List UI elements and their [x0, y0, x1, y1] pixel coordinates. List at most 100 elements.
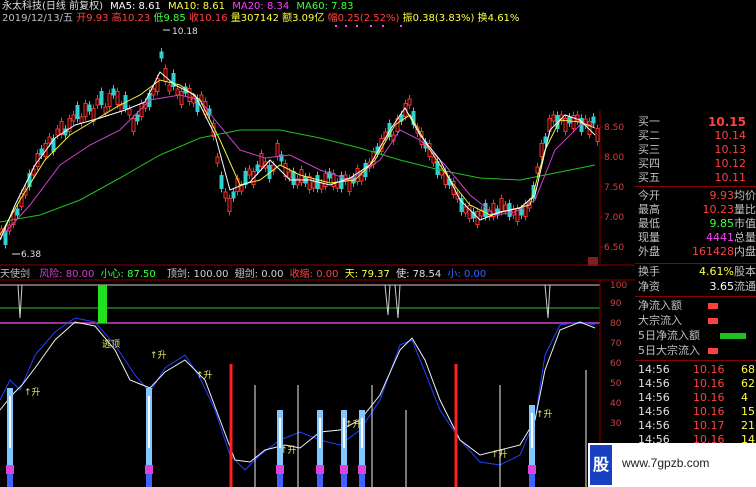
- rise-annotation-1: ↑升: [24, 388, 41, 398]
- tick-time: 14:56: [638, 363, 670, 376]
- indicator-tick-label: 90: [610, 299, 622, 309]
- candlestick: [87, 104, 92, 112]
- candlestick: [223, 191, 228, 199]
- flow-bar: [708, 348, 718, 354]
- price-tick-label: 8.00: [604, 153, 624, 163]
- indicator-name[interactable]: 天使剑: [0, 269, 30, 280]
- candlestick: [219, 175, 224, 189]
- stat-row: 最高 10.23 量比: [635, 203, 756, 217]
- candlestick: [47, 136, 52, 144]
- top-sword-label: 顶剑: 100.00: [166, 269, 229, 280]
- flow-row: 5日大宗流入: [635, 344, 756, 358]
- sky-label: 天: 79.37: [344, 269, 390, 280]
- candlestick: [79, 116, 84, 124]
- tick-row: 14:56 10.16 15: [635, 405, 756, 419]
- turnover-row-label: 换手: [638, 265, 660, 278]
- tick-price: 10.17: [693, 419, 725, 432]
- rise-annotation-2: ↑升: [150, 351, 167, 361]
- candlestick: [319, 182, 324, 190]
- bid-row[interactable]: 买一 10.15: [635, 115, 756, 129]
- candlestick: [75, 105, 80, 119]
- netasset-row-right: 流通: [734, 280, 756, 293]
- stat-value: 4441: [706, 231, 734, 244]
- tick-time: 14:56: [638, 405, 670, 418]
- chart-cutout: [218, 225, 536, 265]
- flow-row: 大宗流入: [635, 314, 756, 328]
- candlestick: [503, 204, 508, 212]
- candlestick: [231, 191, 236, 199]
- flow-row: 5日净流入额: [635, 329, 756, 343]
- stat-label: 最高: [638, 203, 660, 216]
- indicator-tick-label: 30: [610, 419, 622, 429]
- flow-bar: [708, 318, 718, 324]
- stat-row: 今开 9.93 均价: [635, 189, 756, 203]
- netasset-row-value: 3.65: [709, 280, 735, 293]
- candlestick: [307, 176, 312, 190]
- candlestick: [463, 206, 468, 214]
- candlestick: [227, 198, 232, 212]
- flow-row: 净流入额: [635, 299, 756, 313]
- ma20-line: [0, 94, 595, 239]
- white-spikes: [254, 370, 587, 487]
- candlestick: [215, 156, 220, 164]
- stat-label: 外盘: [638, 245, 660, 258]
- bid-row[interactable]: 买四 10.12: [635, 157, 756, 171]
- tick-volume: 21: [741, 419, 755, 432]
- tick-row: 14:56 10.16 62: [635, 377, 756, 391]
- top-sword-line: [0, 284, 600, 319]
- stat-value: 9.93: [709, 189, 735, 202]
- stock-chart-window: 永太科技(日线 前复权) MA5: 8.61 MA10: 8.61 MA20: …: [0, 0, 756, 487]
- tick-row: 14:56 10.16 4: [635, 391, 756, 405]
- candlestick: [595, 128, 600, 142]
- flow-label: 5日大宗流入: [638, 344, 700, 357]
- tick-price: 10.16: [693, 405, 725, 418]
- bid-row[interactable]: 买五 10.11: [635, 171, 756, 185]
- top-markers: [335, 25, 402, 27]
- flow-label: 5日净流入额: [638, 329, 700, 342]
- flow-label: 净流入额: [638, 299, 682, 312]
- indicator-tick-label: 40: [610, 399, 622, 409]
- bid-label: 买五: [638, 171, 660, 184]
- tick-price: 10.16: [693, 363, 725, 376]
- bid-row[interactable]: 买二 10.14: [635, 129, 756, 143]
- bid-price: 10.13: [714, 143, 747, 156]
- turnover-row-right: 股本: [734, 265, 756, 278]
- price-tick-label: 8.50: [604, 123, 624, 133]
- candlestick: [187, 88, 192, 102]
- watermark-url[interactable]: www.7gpzb.com: [622, 456, 709, 470]
- bid-price: 10.11: [714, 171, 747, 184]
- rise-annotation-7: ↑升: [536, 410, 553, 420]
- turnover-row-value: 4.61%: [699, 265, 734, 278]
- candlestick: [107, 93, 112, 107]
- tick-price: 10.16: [693, 377, 725, 390]
- tick-row: 14:56 10.16 68: [635, 363, 756, 377]
- indicator-tick-label: 80: [610, 319, 622, 329]
- stat-value: 161428: [692, 245, 734, 258]
- stat-row: 现量 4441 总量: [635, 231, 756, 245]
- candlestick: [311, 181, 316, 189]
- rise-annotation-6: ↑升: [491, 450, 508, 460]
- bid-label: 买四: [638, 157, 660, 170]
- stat-value: 10.23: [702, 203, 735, 216]
- candlestick: [103, 106, 108, 114]
- bid-price: 10.12: [714, 157, 747, 170]
- bid-price: 10.15: [708, 115, 746, 129]
- indicator-tick-label: 70: [610, 339, 622, 349]
- candlestick: [483, 203, 488, 217]
- bid-price: 10.14: [714, 129, 747, 142]
- candlestick: [167, 84, 172, 92]
- tick-price: 10.16: [693, 391, 725, 404]
- candlestick: [255, 164, 260, 172]
- flow-bar: [720, 333, 746, 339]
- tick-row: 14:56 10.17 21: [635, 419, 756, 433]
- tick-volume: 15: [741, 405, 755, 418]
- candlestick: [407, 98, 412, 106]
- candlestick: [115, 91, 120, 105]
- bid-row[interactable]: 买三 10.13: [635, 143, 756, 157]
- stat-right-label: 均价: [734, 189, 756, 202]
- price-tick-label: 6.50: [604, 243, 624, 253]
- stat-value: 9.85: [709, 217, 735, 230]
- quote-divider-1: [635, 186, 756, 187]
- candlestick: [83, 103, 88, 117]
- candlestick: [551, 114, 556, 122]
